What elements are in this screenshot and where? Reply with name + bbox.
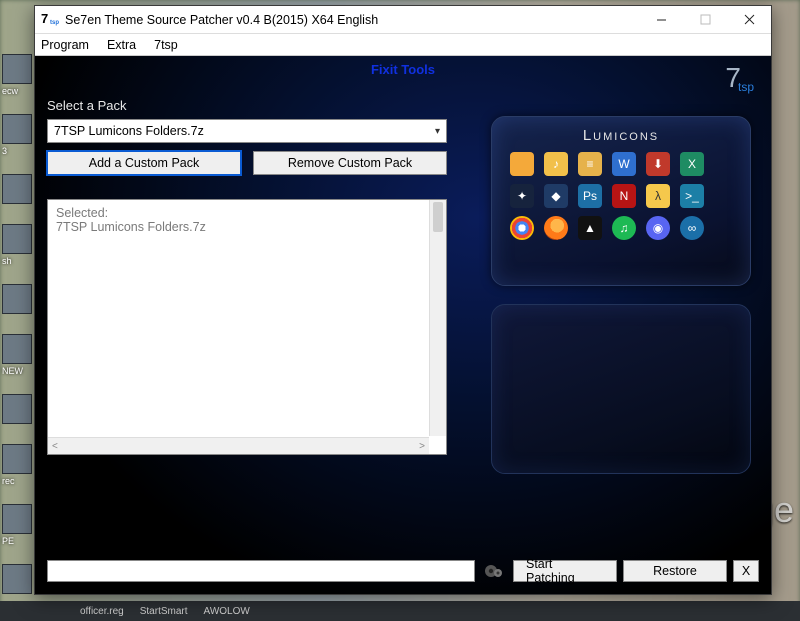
aimp-icon: ▲ [578,216,602,240]
select-pack-label: Select a Pack [47,98,447,113]
desktop-icon[interactable]: ecw [2,54,38,96]
chevron-down-icon: ▾ [435,126,440,137]
window-title: Se7en Theme Source Patcher v0.4 B(2015) … [65,13,639,27]
netflix-icon: N [612,184,636,208]
spotify-icon: ♫ [612,216,636,240]
taskbar-item[interactable]: StartSmart [140,606,188,617]
preview-secondary-panel [491,304,751,474]
firefox-icon [544,216,568,240]
app-window: 7 Se7en Theme Source Patcher v0.4 B(2015… [34,5,772,595]
start-patching-button[interactable]: Start Patching [513,560,617,582]
desktop-icon[interactable]: rec [2,444,38,486]
add-custom-pack-button[interactable]: Add a Custom Pack [47,151,241,175]
pack-combobox-value: 7TSP Lumicons Folders.7z [54,124,204,138]
selected-pack-listbox[interactable]: Selected: 7TSP Lumicons Folders.7z < > [47,199,447,455]
taskbar-item[interactable]: officer.reg [80,606,124,617]
desktop-icon[interactable]: 3 [2,114,38,156]
word-icon: W [612,152,636,176]
preview-icon-grid: ♪ ≡ W ⬇ X ✦ ◆ Ps Nλ >_ ▲ ♫ ◉ ∞ [506,152,736,240]
chrome-icon [510,216,534,240]
desktop-icon[interactable] [2,284,38,316]
photoshop-icon: Ps [578,184,602,208]
client-area: Fixit Tools 7tsp Select a Pack 7TSP Lumi… [35,56,771,594]
menubar: Program Extra 7tsp [35,34,771,56]
discord-icon: ◉ [646,216,670,240]
lambda-icon: λ [646,184,670,208]
list-header: Selected: [56,206,426,220]
star-icon: ✦ [510,184,534,208]
list-item[interactable]: 7TSP Lumicons Folders.7z [56,220,426,234]
status-bar [47,560,475,582]
fixit-tools-link[interactable]: Fixit Tools [35,56,771,77]
maximize-button[interactable] [683,6,727,33]
document-icon: ≡ [578,152,602,176]
desktop-icon[interactable] [2,394,38,426]
horizontal-scrollbar[interactable]: < > [48,437,429,454]
scroll-left-icon[interactable]: < [52,441,58,452]
steam-icon: ∞ [680,216,704,240]
vertical-scrollbar[interactable] [429,200,446,436]
desktop-icon[interactable] [2,174,38,206]
excel-icon: X [680,152,704,176]
menu-7tsp[interactable]: 7tsp [154,38,178,52]
desktop-icon[interactable]: PE [2,504,38,546]
pack-preview-panel: Lumicons ♪ ≡ W ⬇ X ✦ ◆ Ps Nλ >_ ▲ ♫ ◉ ∞ [491,116,751,286]
remove-custom-pack-button[interactable]: Remove Custom Pack [253,151,447,175]
pack-combobox[interactable]: 7TSP Lumicons Folders.7z ▾ [47,119,447,143]
desktop-icon[interactable]: NEW [2,334,38,376]
close-button[interactable] [727,6,771,33]
footer-close-button[interactable]: X [733,560,759,582]
cube-icon: ◆ [544,184,568,208]
desktop-icon[interactable]: sh [2,224,38,266]
music-folder-icon: ♪ [544,152,568,176]
logo-7tsp: 7tsp [725,62,757,95]
restore-button[interactable]: Restore [623,560,727,582]
folder-icon [510,152,534,176]
scroll-right-icon[interactable]: > [419,441,425,452]
pdf-icon: ⬇ [646,152,670,176]
taskbar-item[interactable]: AWOLOW [204,606,250,617]
titlebar[interactable]: 7 Se7en Theme Source Patcher v0.4 B(2015… [35,6,771,34]
terminal-icon: >_ [680,184,704,208]
desktop-icon[interactable] [2,564,38,596]
taskbar: officer.reg StartSmart AWOLOW [0,601,800,621]
app-icon: 7 [41,11,59,29]
gear-icon[interactable] [481,560,507,582]
minimize-button[interactable] [639,6,683,33]
menu-program[interactable]: Program [41,38,89,52]
menu-extra[interactable]: Extra [107,38,136,52]
preview-title: Lumicons [506,127,736,144]
